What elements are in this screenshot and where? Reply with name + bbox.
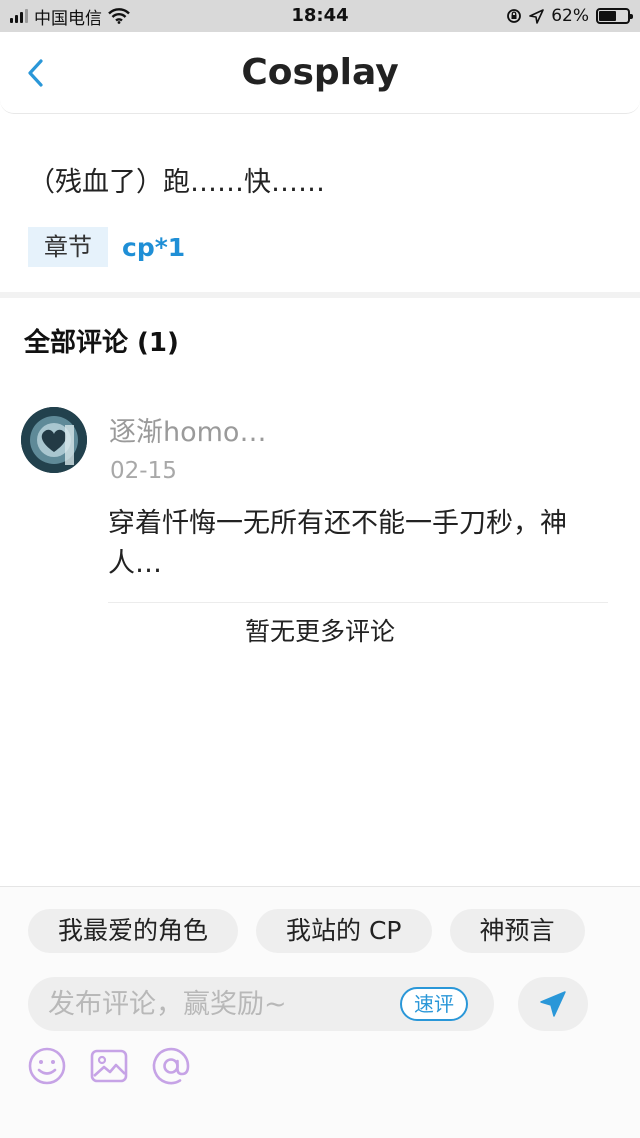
chip-my-cp[interactable]: 我站的 CP <box>256 909 432 953</box>
status-bar: 中国电信 18:44 62% <box>0 0 640 32</box>
comment-composer: 我最爱的角色 我站的 CP 神预言 速评 <box>0 886 640 1138</box>
comment-date: 02-15 <box>110 458 177 484</box>
nav-header: Cosplay <box>0 32 640 114</box>
quick-review-button[interactable]: 速评 <box>400 987 468 1021</box>
send-button[interactable] <box>518 977 588 1031</box>
avatar[interactable] <box>21 407 87 473</box>
send-icon <box>540 991 566 1017</box>
rotation-lock-icon <box>507 9 522 23</box>
comment-divider <box>108 602 608 603</box>
image-icon[interactable] <box>88 1045 130 1087</box>
battery-percent: 62% <box>551 6 589 26</box>
mention-icon[interactable] <box>150 1045 192 1087</box>
chip-prediction[interactable]: 神预言 <box>449 909 585 953</box>
chapter-tag[interactable]: 章节 <box>28 227 108 267</box>
battery-icon <box>596 8 633 24</box>
comment-author[interactable]: 逐渐homo… <box>109 410 266 449</box>
composer-tools <box>26 1045 192 1087</box>
avatar-image <box>21 407 87 473</box>
no-more-comments: 暂无更多评论 <box>244 617 395 646</box>
emoji-icon[interactable] <box>26 1045 68 1087</box>
post-text: （残血了）跑……快…… <box>28 167 325 198</box>
comment-input-wrapper: 速评 <box>28 977 494 1031</box>
status-bar-right: 62% <box>506 0 633 32</box>
cp-tag-link[interactable]: cp*1 <box>122 233 185 262</box>
comment-input[interactable] <box>48 985 378 1023</box>
comment-body[interactable]: 穿着忏悔一无所有还不能一手刀秒，神人… <box>108 504 608 584</box>
location-icon <box>529 8 545 24</box>
quick-topic-chips: 我最爱的角色 我站的 CP 神预言 <box>28 909 585 953</box>
comments-title: 全部评论 (1) <box>24 328 179 358</box>
chip-favorite-character[interactable]: 我最爱的角色 <box>28 909 239 953</box>
tag-row: 章节 cp*1 <box>28 227 185 267</box>
page-title: Cosplay <box>241 52 399 93</box>
section-divider <box>0 292 640 298</box>
